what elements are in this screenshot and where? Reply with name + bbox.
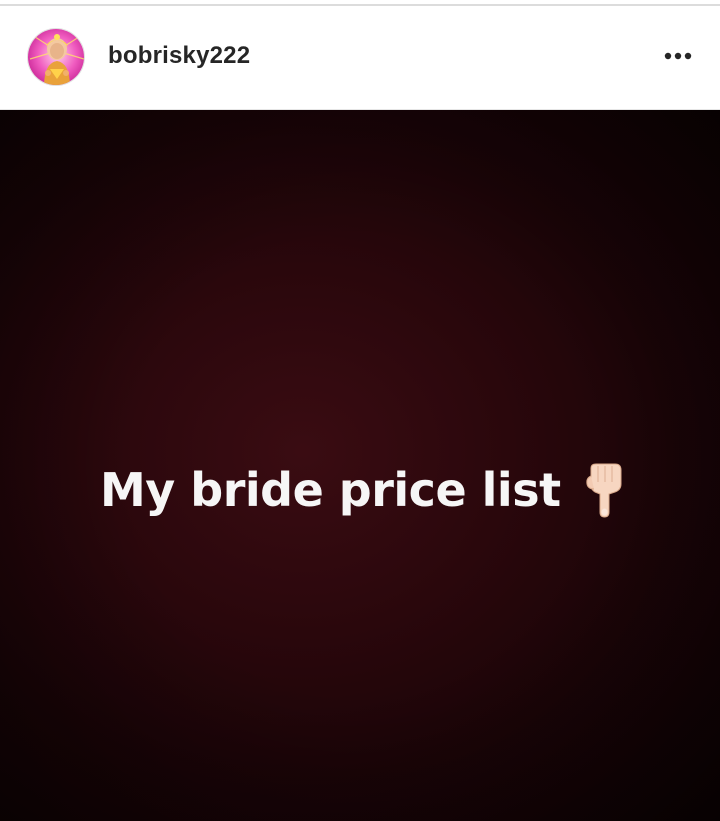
username[interactable]: bobrisky222 — [108, 42, 250, 70]
post-header: bobrisky222 — [0, 6, 720, 110]
image-caption-group: My bride price list — [100, 462, 625, 518]
image-caption: My bride price list — [100, 463, 561, 517]
more-options-button[interactable] — [658, 40, 698, 72]
avatar[interactable] — [27, 28, 85, 86]
more-options-icon — [664, 52, 692, 60]
profile-photo-icon — [28, 29, 84, 85]
post-image[interactable]: My bride price list — [0, 110, 720, 821]
pointing-down-hand-icon — [585, 462, 625, 518]
